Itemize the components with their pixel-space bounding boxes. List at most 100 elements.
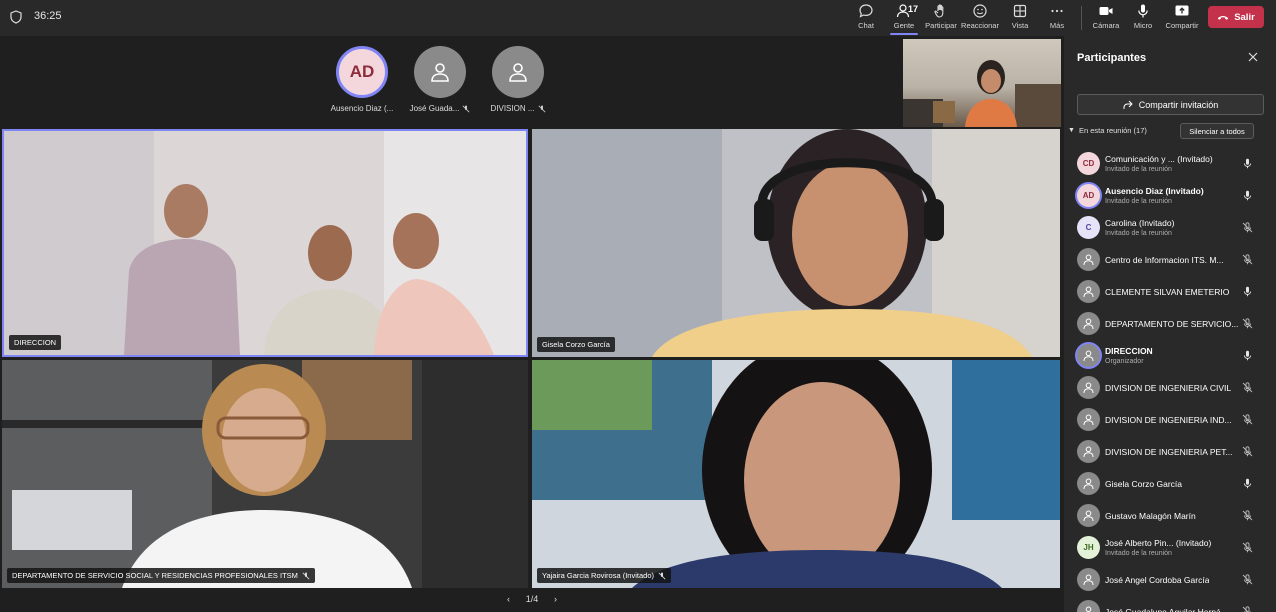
participant-name: Gisela Corzo García	[1105, 479, 1182, 489]
participant-avatar-ausencio[interactable]: AD Ausencio Diaz (...	[330, 46, 394, 113]
person-icon	[1083, 254, 1094, 266]
avatar-name-text: José Guada...	[409, 104, 460, 113]
close-icon[interactable]	[1248, 52, 1258, 62]
video-tile-gisela[interactable]: Gisela Corzo García	[532, 129, 1060, 357]
participant-name: José Alberto Pin... (Invitado)	[1105, 538, 1212, 548]
caret-down-icon: ▼	[1068, 127, 1075, 134]
panel-title: Participantes	[1077, 52, 1147, 64]
raise-hand-button[interactable]: Participar	[919, 3, 963, 33]
participant-row[interactable]: Centro de Informacion ITS. M...	[1064, 244, 1276, 276]
avatar: CD	[1077, 152, 1100, 175]
participant-row[interactable]: Gisela Corzo García	[1064, 468, 1276, 500]
mic-button[interactable]: Micro	[1121, 3, 1165, 33]
video-feed	[532, 129, 1060, 357]
avatar-name: Ausencio Diaz (...	[331, 104, 394, 113]
share-invite-label: Compartir invitación	[1138, 99, 1219, 110]
mic-muted-icon	[1242, 606, 1251, 612]
microphone-icon	[1244, 190, 1251, 201]
participant-row[interactable]: José Guadalupe Aguilar Herná...	[1064, 596, 1276, 612]
tile-name-text: Gisela Corzo García	[542, 340, 610, 349]
hand-icon	[934, 4, 944, 18]
video-tile-departamento[interactable]: DEPARTAMENTO DE SERVICIO SOCIAL Y RESIDE…	[2, 360, 528, 588]
meeting-timer: 36:25	[34, 10, 62, 22]
video-tile-direccion[interactable]: DIRECCION	[2, 129, 528, 357]
leave-button[interactable]: Salir	[1208, 6, 1264, 28]
avatar	[414, 46, 466, 98]
avatar	[1077, 280, 1100, 303]
participant-name: Carolina (Invitado)	[1105, 218, 1175, 228]
people-count: 17	[908, 4, 919, 14]
avatar	[1077, 568, 1100, 591]
avatar: AD	[1077, 184, 1100, 207]
person-icon	[1083, 574, 1094, 586]
more-button[interactable]: Más	[1035, 3, 1079, 33]
tile-name-text: DEPARTAMENTO DE SERVICIO SOCIAL Y RESIDE…	[12, 571, 298, 580]
person-icon	[1083, 350, 1094, 362]
participant-row[interactable]: DIVISION DE INGENIERIA IND...	[1064, 404, 1276, 436]
participant-avatar-division[interactable]: DIVISION ...	[486, 46, 550, 113]
participant-row[interactable]: CLEMENTE SILVAN EMETERIO	[1064, 276, 1276, 308]
participant-name: DIVISION DE INGENIERIA CIVIL	[1105, 383, 1232, 393]
toolbar-divider	[1081, 6, 1082, 30]
mic-muted-icon	[1242, 414, 1253, 425]
leave-label: Salir	[1234, 11, 1255, 23]
mic-muted-icon	[462, 105, 470, 112]
video-stage: AD Ausencio Diaz (... José Guada... DIVI…	[0, 36, 1064, 612]
participant-row[interactable]: DIVISION DE INGENIERIA PET...	[1064, 436, 1276, 468]
participant-name: DIVISION DE INGENIERIA PET...	[1105, 447, 1233, 457]
grid-view-icon	[1013, 4, 1027, 18]
share-screen-icon	[1175, 5, 1189, 16]
person-icon	[1083, 318, 1094, 330]
tile-name-label: Yajaira Garcia Rovirosa (Invitado)	[537, 568, 671, 583]
video-feed	[532, 360, 1060, 588]
react-button[interactable]: Reaccionar	[958, 3, 1002, 33]
mic-muted-icon	[658, 572, 666, 579]
person-icon	[1085, 606, 1092, 612]
person-icon	[509, 63, 527, 82]
section-label: En esta reunión (17)	[1078, 126, 1147, 135]
tile-name-label: DIRECCION	[9, 335, 62, 350]
participant-row[interactable]: CD Comunicación y ... (Invitado) Invitado …	[1064, 148, 1276, 180]
share-label: Compartir	[1165, 21, 1199, 30]
video-feed	[4, 131, 526, 355]
prev-page-icon[interactable]: ‹	[507, 594, 510, 604]
page-indicator: 1/4	[525, 594, 539, 604]
participant-row[interactable]: DIRECCION Organizador	[1064, 340, 1276, 372]
participant-role: Invitado de la reunión	[1105, 198, 1172, 205]
in-meeting-section-toggle[interactable]: ▼ En esta reunión (17)	[1068, 126, 1147, 135]
avatar: JH	[1077, 536, 1100, 559]
mic-muted-icon	[1242, 542, 1253, 553]
person-icon	[1083, 510, 1094, 522]
participant-row[interactable]: Gustavo Malagón Marín	[1064, 500, 1276, 532]
self-view-video[interactable]	[903, 39, 1061, 127]
share-invite-button[interactable]: Compartir invitación	[1077, 94, 1264, 115]
tile-name-text: DIRECCION	[14, 338, 57, 347]
microphone-icon	[1138, 4, 1148, 18]
participant-row[interactable]: José Angel Cordoba García	[1064, 564, 1276, 596]
participant-row[interactable]: C Carolina (Invitado) Invitado de la reuni…	[1064, 212, 1276, 244]
participant-avatar-jose[interactable]: José Guada...	[408, 46, 472, 113]
person-icon	[1083, 382, 1094, 394]
active-tab-indicator	[890, 33, 918, 35]
participant-row[interactable]: DIVISION DE INGENIERIA CIVIL	[1064, 372, 1276, 404]
participant-role: Invitado de la reunión	[1105, 230, 1172, 237]
participant-row[interactable]: AD Ausencio Diaz (Invitado) Invitado de la…	[1064, 180, 1276, 212]
people-label: Gente	[893, 21, 915, 30]
phone-hangup-icon	[1217, 16, 1229, 20]
mic-muted-icon	[1242, 254, 1253, 265]
mic-muted-icon	[302, 572, 310, 579]
participant-row[interactable]: JH José Alberto Pin... (Invitado) Invitado…	[1064, 532, 1276, 564]
participant-name: Centro de Informacion ITS. M...	[1105, 255, 1224, 265]
participant-row[interactable]: DEPARTAMENTO DE SERVICIO...	[1064, 308, 1276, 340]
next-page-icon[interactable]: ›	[554, 594, 557, 604]
video-camera-icon	[1099, 7, 1113, 15]
camera-label: Cámara	[1092, 21, 1120, 30]
share-button[interactable]: Compartir	[1160, 3, 1204, 33]
avatar	[1077, 248, 1100, 271]
mute-all-button[interactable]: Silenciar a todos	[1180, 123, 1254, 139]
video-tile-yajaira[interactable]: Yajaira Garcia Rovirosa (Invitado)	[532, 360, 1060, 588]
avatar	[1077, 408, 1100, 431]
mic-muted-icon	[1242, 446, 1253, 457]
avatar	[1077, 504, 1100, 527]
more-label: Más	[1049, 21, 1065, 30]
